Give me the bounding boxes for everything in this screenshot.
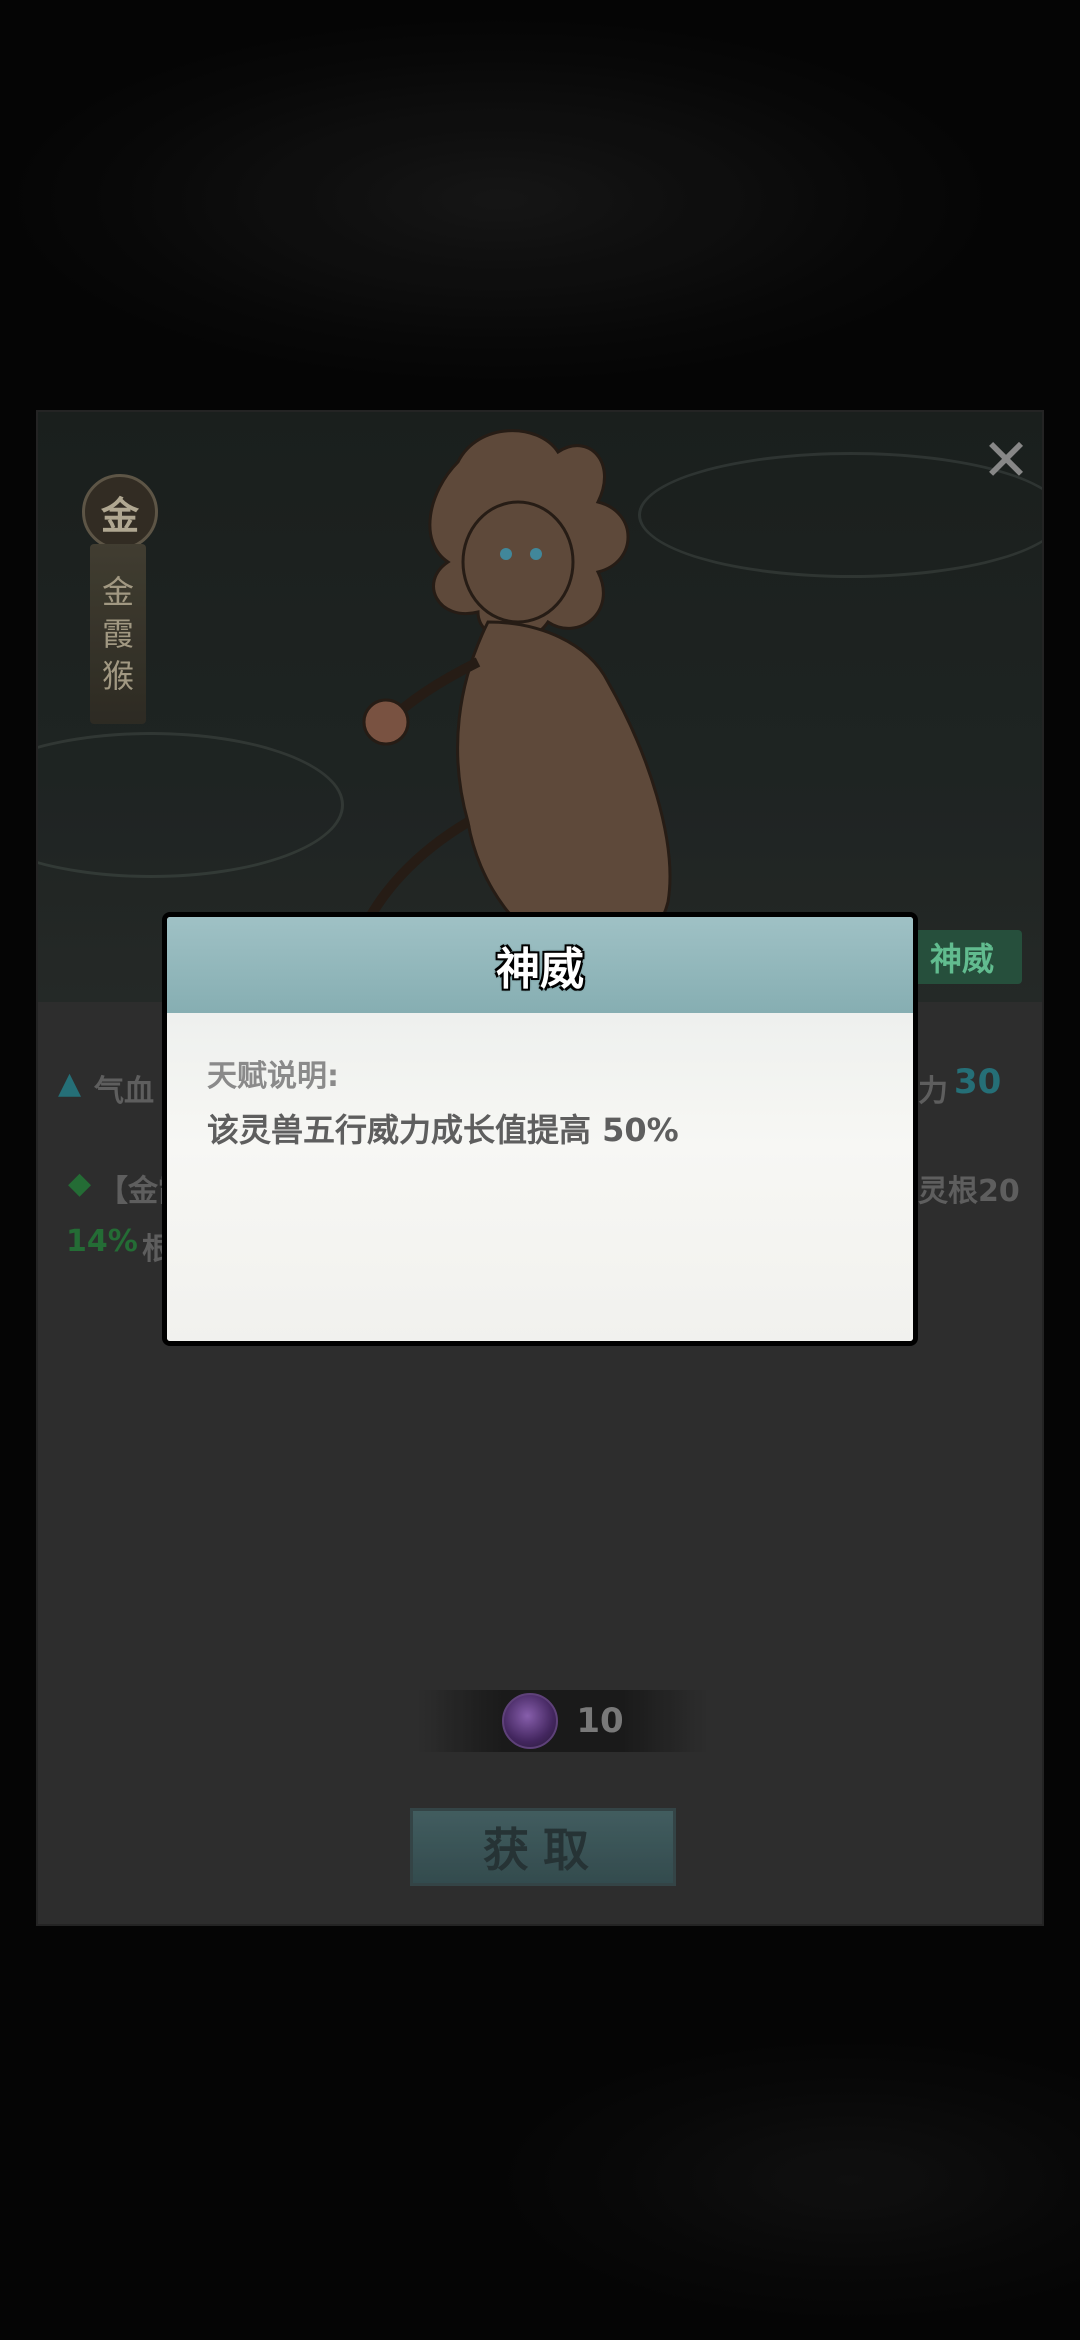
talent-info-modal: 神威 天赋说明: 该灵兽五行威力成长值提高 50% bbox=[162, 912, 918, 1346]
modal-header: 神威 bbox=[167, 917, 913, 1013]
talent-description: 该灵兽五行威力成长值提高 50% bbox=[207, 1111, 679, 1149]
talent-desc-label: 天赋说明: bbox=[207, 1059, 339, 1094]
modal-title: 神威 bbox=[496, 944, 584, 995]
